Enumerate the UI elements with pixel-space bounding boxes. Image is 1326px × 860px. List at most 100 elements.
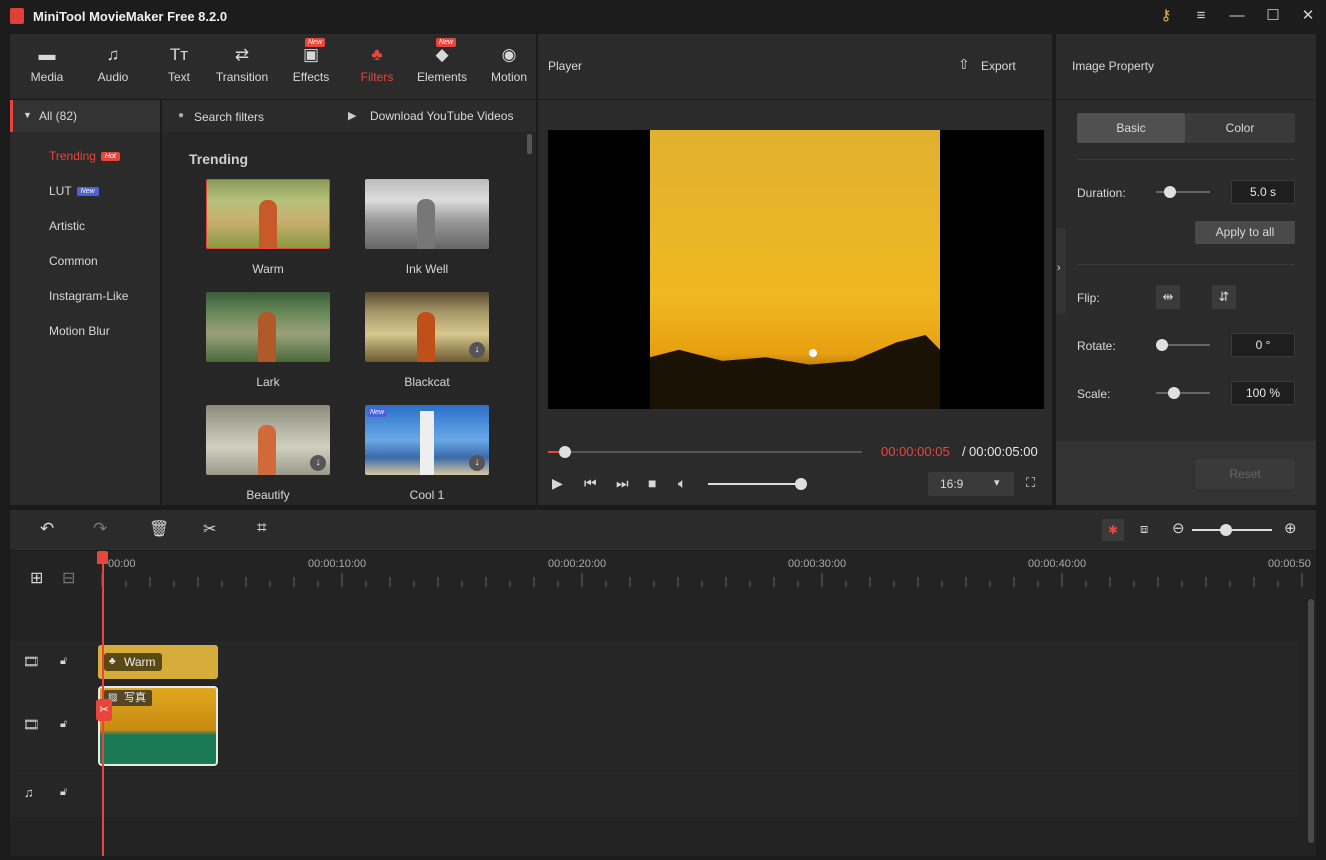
zoom-knob[interactable] [1220,524,1232,536]
property-panel: Image Property › Basic Color Duration: 5… [1056,34,1316,505]
tab-elements[interactable]: New ◆ Elements [410,34,474,99]
category-artistic[interactable]: Artistic [49,219,85,233]
scale-field[interactable]: 100 % [1231,381,1295,405]
fullscreen-icon[interactable]: ⛶ [1026,475,1035,491]
filter-thumb-warm[interactable] [206,179,330,249]
time-ruler[interactable]: 00:00 00:00:10:00 00:00:20:00 00:00:30:0… [98,551,1311,591]
media-toolbar: ▬ Media ♫ Audio Tт Text ⇄ Transition New… [10,34,536,99]
timeline-area: ⊞ ⊟ 00:00 00:00:10:00 00:00:20:00 00:00:… [10,551,1316,856]
filter-panel: ● Search filters ▶ Download YouTube Vide… [162,100,536,505]
fit-timeline-icon[interactable]: ⧈ [1140,521,1148,537]
tab-effects[interactable]: New ▣ Effects [279,34,343,99]
filter-thumb-lark[interactable] [206,292,330,362]
delete-icon[interactable]: 🗑︎ [149,519,169,539]
rotate-field[interactable]: 0 ° [1231,333,1295,357]
ruler-label: 00:00:50 [1268,558,1311,570]
duration-field[interactable]: 5.0 s [1231,180,1295,204]
undo-icon[interactable]: ↶ [40,519,54,539]
ruler-label: 00:00:30:00 [788,558,847,570]
filter-thumb-ink-well[interactable] [365,179,489,249]
key-icon[interactable]: ⚷ [1154,6,1178,26]
download-youtube-link[interactable]: Download YouTube Videos [370,109,513,123]
remove-track-icon[interactable]: ⊟ [62,568,75,588]
category-panel: ▼ All (82) Trending Hot LUT New Artistic C… [10,100,160,505]
playback-progress[interactable] [548,451,862,453]
scrollbar[interactable] [527,134,532,154]
volume-slider[interactable] [708,483,800,485]
collapse-handle[interactable]: › [1056,228,1066,314]
tab-transition[interactable]: ⇄ Transition [210,34,274,99]
tab-audio[interactable]: ♫ Audio [81,34,145,99]
zoom-slider[interactable] [1192,529,1272,531]
close-button[interactable]: ✕ [1296,6,1320,26]
category-trending[interactable]: Trending Hot [49,149,120,163]
export-button[interactable]: Export [981,59,1016,73]
audio-icon: ♫ [106,45,120,64]
split-icon[interactable]: ✂ [203,519,216,539]
reset-button[interactable]: Reset [1195,459,1295,489]
tab-filters[interactable]: ♣ Filters [345,34,409,99]
zoom-out-icon[interactable]: ⊖ [1172,519,1185,537]
lock-icon[interactable]: 🔓︎ [60,786,67,799]
zoom-in-icon[interactable]: ⊕ [1284,519,1297,537]
text-icon: Tт [169,45,189,64]
redo-icon[interactable]: ↷ [93,519,107,539]
playhead-knob[interactable] [559,446,571,458]
minimize-button[interactable]: — [1225,6,1249,26]
category-instagram-like[interactable]: Instagram-Like [49,289,128,303]
volume-knob[interactable] [795,478,807,490]
download-icon[interactable]: ↓ [469,342,485,358]
filters-icon: ♣ [371,45,383,64]
player-title: Player [548,59,583,73]
scale-knob[interactable] [1168,387,1180,399]
flip-horizontal-icon[interactable]: ⇹ [1156,285,1180,309]
tab-text[interactable]: Tт Text [147,34,211,99]
image-clip[interactable]: ▨ 写真 [98,686,218,766]
category-common[interactable]: Common [49,254,98,268]
split-marker-icon[interactable]: ✂ [96,699,112,721]
ruler-label: 00:00:10:00 [308,558,367,570]
scale-slider[interactable] [1156,392,1210,394]
category-motion-blur[interactable]: Motion Blur [49,324,110,338]
previous-frame-icon[interactable]: ⏮ [584,475,597,492]
duration-knob[interactable] [1164,186,1176,198]
lock-icon[interactable]: 🔓︎ [60,718,67,731]
lock-icon[interactable]: 🔓︎ [60,655,67,668]
filter-label: Blackcat [404,375,450,389]
download-icon[interactable]: ↓ [469,455,485,471]
tab-media[interactable]: ▬ Media [15,34,79,99]
tab-basic[interactable]: Basic [1077,113,1185,143]
category-all[interactable]: ▼ All (82) [10,100,160,132]
next-frame-icon[interactable]: ⏭ [616,475,629,492]
apply-to-all-button[interactable]: Apply to all [1195,221,1295,244]
new-badge: New [76,187,99,197]
timeline-scrollbar[interactable] [1308,599,1314,843]
ruler-label: 00:00:40:00 [1028,558,1087,570]
tab-motion[interactable]: ◉ Motion [477,34,541,99]
maximize-button[interactable]: ☐ [1261,6,1285,26]
filter-thumb-blackcat[interactable]: ↓ [365,292,489,362]
search-input[interactable]: Search filters [194,110,264,124]
filter-thumb-cool-1[interactable]: New ↓ [365,405,489,475]
category-lut[interactable]: LUT New [49,184,99,198]
flip-label: Flip: [1077,291,1100,305]
crop-icon[interactable]: ⌗ [257,518,267,538]
youtube-icon: ▶ [348,110,357,122]
rotate-knob[interactable] [1156,339,1168,351]
filter-thumb-beautify[interactable]: ↓ [206,405,330,475]
effects-icon: ▣ [302,45,320,64]
video-preview[interactable] [548,130,1044,409]
filter-clip[interactable]: ♣ Warm [98,645,218,679]
menu-icon[interactable]: ≡ [1189,6,1213,26]
aspect-select[interactable]: 16:9 ▾ [928,472,1014,496]
add-track-icon[interactable]: ⊞ [30,568,43,588]
preview-image [650,130,940,409]
play-icon[interactable]: ▶ [552,475,563,492]
snap-icon[interactable]: ✱ [1102,519,1124,541]
tab-color[interactable]: Color [1185,113,1295,143]
stop-icon[interactable]: ■ [648,475,656,491]
flip-vertical-icon[interactable]: ⇵ [1212,285,1236,309]
volume-icon[interactable]: 🔈︎ [678,475,686,492]
download-icon[interactable]: ↓ [310,455,326,471]
app-logo-icon [10,8,24,24]
